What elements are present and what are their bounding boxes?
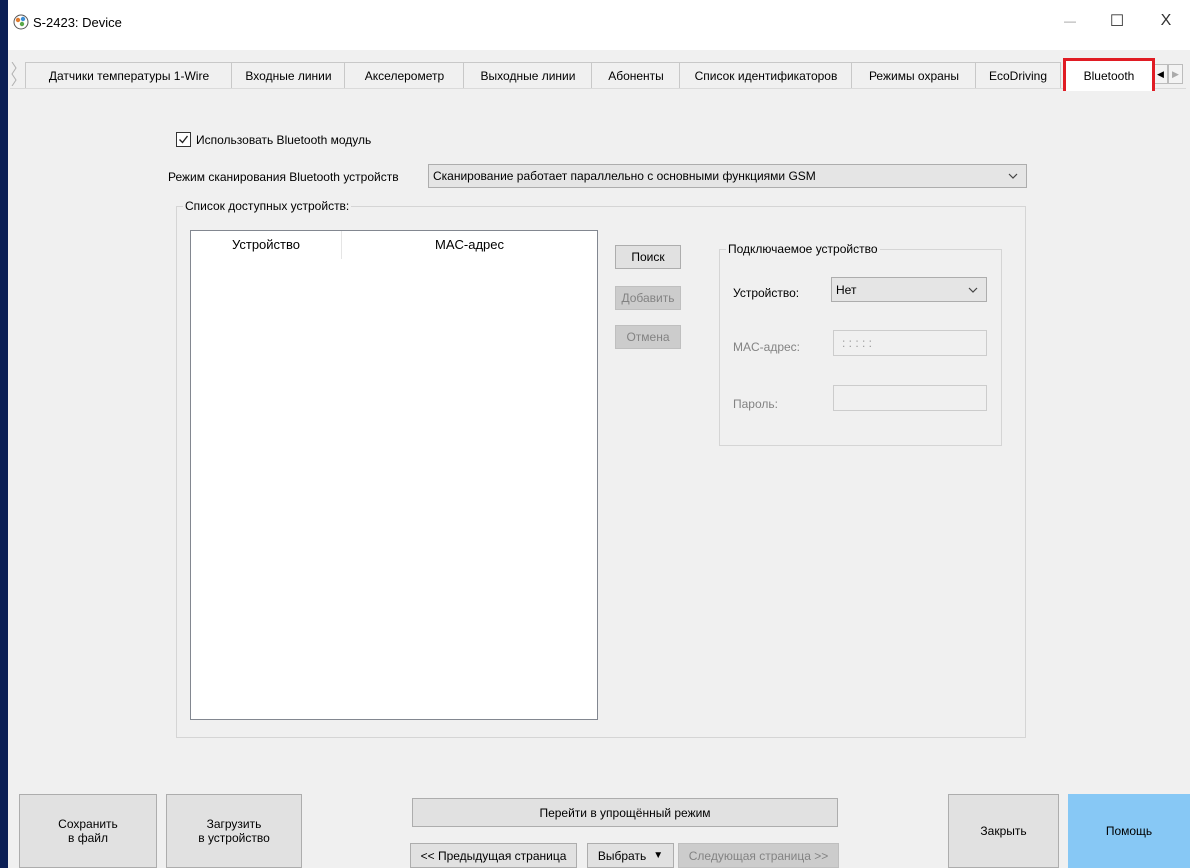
connected-device-title: Подключаемое устройство — [726, 242, 880, 256]
save-to-file-button[interactable]: Сохранить в файл — [19, 794, 157, 868]
password-input[interactable] — [833, 385, 987, 411]
next-page-button[interactable]: Следующая страница >> — [678, 843, 839, 868]
column-header-mac[interactable]: MAC-адрес — [342, 231, 597, 257]
use-bluetooth-checkbox-row[interactable]: Использовать Bluetooth модуль — [176, 132, 371, 147]
device-list-header: Устройство MAC-адрес — [191, 231, 597, 259]
save-to-file-label-2: в файл — [68, 831, 108, 845]
device-field-label: Устройство: — [733, 286, 800, 300]
scan-mode-label: Режим сканирования Bluetooth устройств — [168, 170, 399, 184]
tab-strip: Датчики температуры 1-Wire Входные линии… — [8, 58, 1190, 91]
add-button[interactable]: Добавить — [615, 286, 681, 310]
window-title: S-2423: Device — [33, 15, 122, 30]
search-button[interactable]: Поиск — [615, 245, 681, 269]
tab-temperature-sensors[interactable]: Датчики температуры 1-Wire — [25, 62, 233, 88]
select-label: Выбрать — [597, 848, 647, 863]
checkmark-icon — [179, 135, 189, 144]
mac-address-input[interactable]: : : : : : — [833, 330, 987, 356]
tab-output-lines[interactable]: Выходные линии — [463, 62, 593, 88]
title-bar: S-2423: Device — ☐ X — [8, 0, 1190, 50]
mac-field-label: MAC-адрес: — [733, 340, 801, 354]
tab-scroll-left-icon[interactable]: ◀ — [1153, 64, 1168, 84]
column-header-device[interactable]: Устройство — [191, 231, 341, 257]
chevron-down-icon — [968, 287, 978, 293]
use-bluetooth-label: Использовать Bluetooth модуль — [196, 132, 372, 147]
tab-scroll-right-icon[interactable]: ▶ — [1168, 64, 1183, 84]
simple-mode-button[interactable]: Перейти в упрощённый режим — [412, 798, 838, 827]
device-select[interactable]: Нет — [831, 277, 987, 302]
tab-bluetooth[interactable]: Bluetooth — [1063, 58, 1155, 91]
close-window-button[interactable]: X — [1146, 8, 1186, 34]
tab-input-lines[interactable]: Входные линии — [231, 62, 346, 88]
available-devices-title: Список доступных устройств: — [183, 199, 352, 213]
scan-mode-value: Сканирование работает параллельно с осно… — [433, 169, 816, 183]
minimize-button[interactable]: — — [1050, 8, 1090, 34]
scan-mode-select[interactable]: Сканирование работает параллельно с осно… — [428, 164, 1027, 188]
chevron-down-icon — [1008, 173, 1018, 179]
tab-accelerometer[interactable]: Акселерометр — [344, 62, 465, 88]
load-to-device-label-1: Загрузить — [206, 817, 262, 831]
load-to-device-label-2: в устройство — [198, 831, 270, 845]
help-button[interactable]: Помощь — [1068, 794, 1190, 868]
tab-scroll-edge-icon — [11, 62, 17, 86]
maximize-button[interactable]: ☐ — [1097, 8, 1137, 34]
device-select-value: Нет — [836, 282, 857, 297]
device-list[interactable]: Устройство MAC-адрес — [190, 230, 598, 720]
select-dropdown-button[interactable]: Выбрать ▼ — [587, 843, 674, 868]
tab-ecodriving[interactable]: EcoDriving — [975, 62, 1061, 88]
cancel-button[interactable]: Отмена — [615, 325, 681, 349]
load-to-device-button[interactable]: Загрузить в устройство — [166, 794, 302, 868]
tab-subscribers[interactable]: Абоненты — [591, 62, 681, 88]
password-field-label: Пароль: — [733, 397, 778, 411]
tab-identifier-list[interactable]: Список идентификаторов — [679, 62, 853, 88]
dropdown-arrow-icon: ▼ — [653, 850, 664, 861]
save-to-file-label-1: Сохранить — [58, 817, 118, 831]
device-window: S-2423: Device — ☐ X Датчики температуры… — [8, 0, 1190, 868]
tab-scroll-arrows: ◀ ▶ — [1153, 64, 1183, 84]
use-bluetooth-checkbox[interactable] — [176, 132, 191, 147]
close-button[interactable]: Закрыть — [948, 794, 1059, 868]
tab-security-modes[interactable]: Режимы охраны — [851, 62, 977, 88]
app-icon — [13, 14, 29, 30]
previous-page-button[interactable]: << Предыдущая страница — [410, 843, 577, 868]
